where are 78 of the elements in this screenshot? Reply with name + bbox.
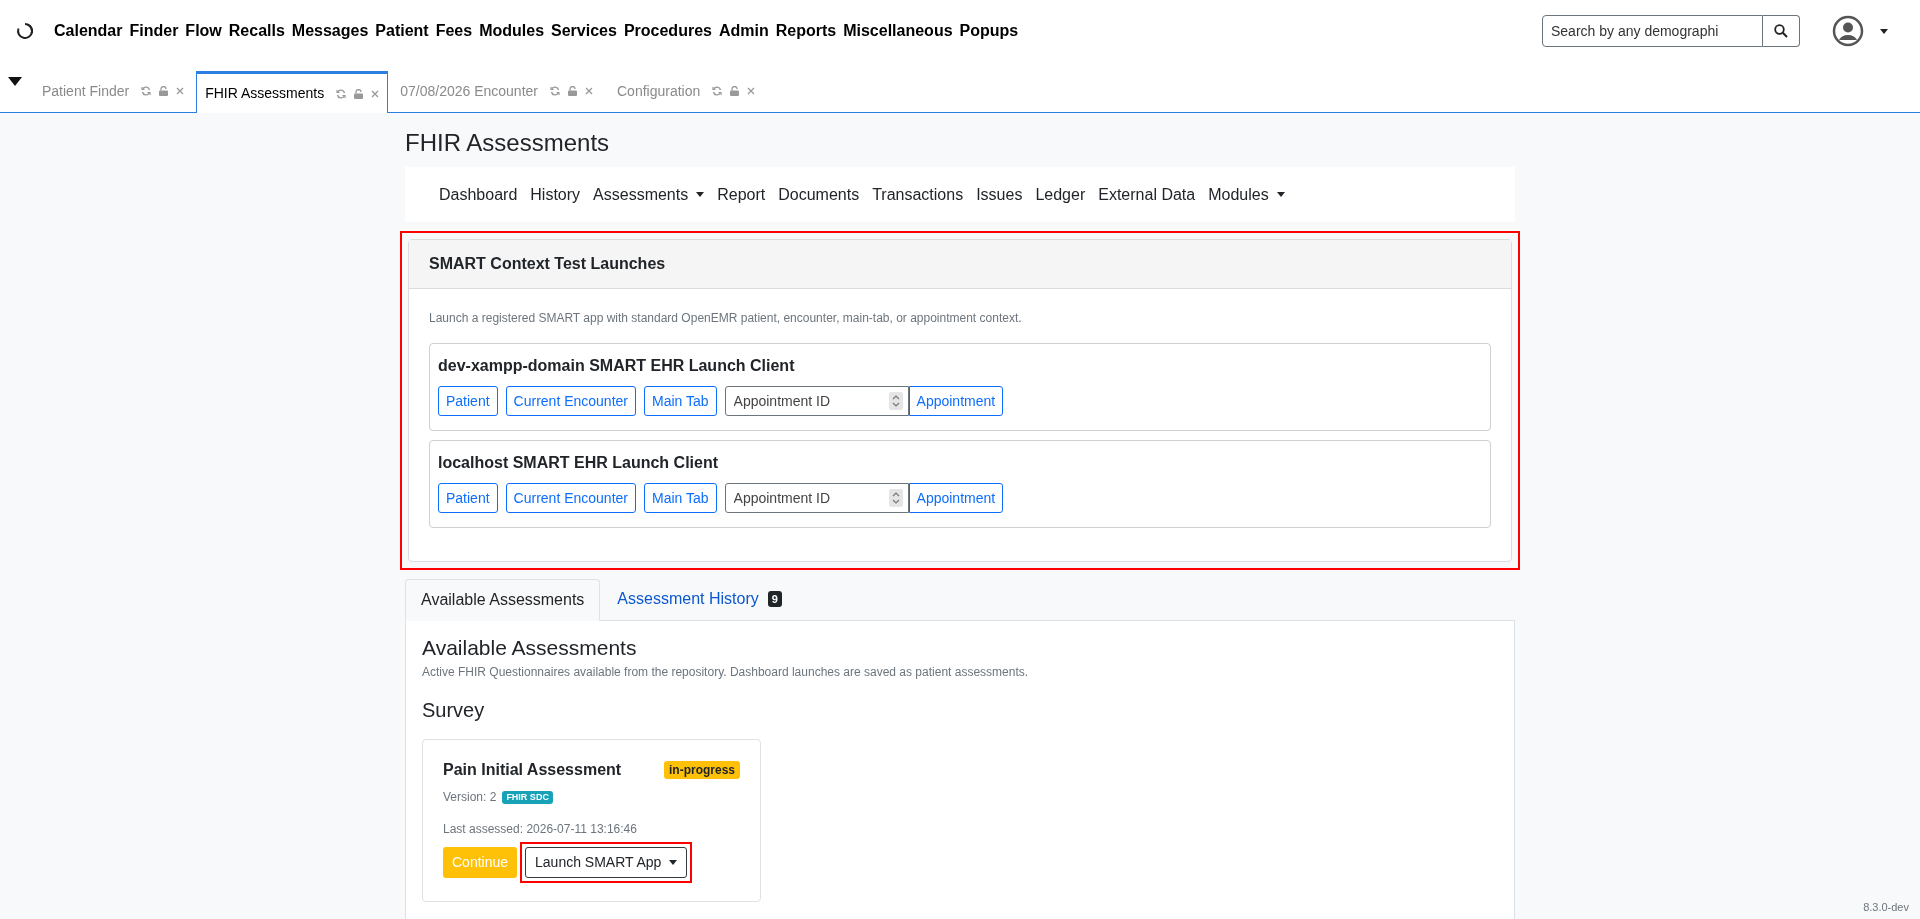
- search-button[interactable]: [1763, 15, 1800, 47]
- user-avatar-icon[interactable]: [1832, 15, 1864, 47]
- refresh-icon[interactable]: [712, 86, 723, 96]
- nav-link[interactable]: Ledger: [1035, 182, 1086, 207]
- tab[interactable]: 07/08/2026 Encounter: [388, 70, 605, 112]
- caret-icon[interactable]: [1880, 28, 1888, 34]
- menu-item[interactable]: Procedures: [623, 19, 712, 43]
- count-badge: 9: [767, 590, 782, 608]
- group-title: Survey: [422, 698, 486, 724]
- refresh-icon[interactable]: [141, 86, 152, 96]
- menu-item[interactable]: Flow: [185, 19, 222, 43]
- refresh-icon[interactable]: [336, 88, 347, 99]
- tab[interactable]: Configuration: [605, 70, 768, 112]
- search-icon: [1774, 24, 1788, 38]
- content-tab[interactable]: Available Assessments: [405, 579, 601, 621]
- menu-item[interactable]: Finder: [129, 19, 179, 43]
- close-icon[interactable]: [371, 89, 380, 98]
- launch-button[interactable]: Patient: [438, 386, 498, 416]
- menu-item[interactable]: Miscellaneous: [843, 19, 953, 43]
- tab[interactable]: Patient Finder: [30, 70, 197, 112]
- collapse-icon[interactable]: [8, 77, 22, 86]
- nav-link[interactable]: Assessments: [593, 182, 705, 207]
- launch-button[interactable]: Current Encounter: [505, 386, 636, 416]
- refresh-icon[interactable]: [550, 86, 560, 96]
- menu-item[interactable]: Fees: [435, 19, 473, 43]
- lock-icon[interactable]: [730, 86, 740, 96]
- nav-link[interactable]: External Data: [1098, 182, 1196, 207]
- status-badge: in-progress: [664, 761, 740, 780]
- caret-icon: [696, 192, 705, 197]
- nav-link[interactable]: Dashboard: [439, 182, 518, 207]
- lock-icon[interactable]: [568, 86, 577, 96]
- nav-link[interactable]: Report: [717, 182, 766, 207]
- logo-icon[interactable]: [16, 22, 34, 40]
- close-icon[interactable]: [747, 87, 756, 95]
- appointment-button[interactable]: Appointment: [908, 386, 1004, 416]
- appointment-id-field[interactable]: Appointment ID: [724, 386, 909, 416]
- menu-item[interactable]: Admin: [718, 19, 769, 43]
- nav-link[interactable]: Modules: [1208, 182, 1285, 207]
- launch-button[interactable]: Main Tab: [644, 386, 717, 416]
- menu-item[interactable]: Modules: [479, 19, 545, 43]
- nav-link[interactable]: Issues: [976, 182, 1023, 207]
- tab[interactable]: FHIR Assessments: [196, 71, 389, 113]
- menu-item[interactable]: Calendar: [54, 19, 123, 43]
- menu-item[interactable]: Messages: [291, 19, 369, 43]
- launch-button[interactable]: Current Encounter: [505, 483, 636, 513]
- client-name: dev-xampp-domain SMART EHR Launch Client: [438, 356, 796, 376]
- format-tag: FHIR SDC: [502, 790, 553, 804]
- caret-icon: [669, 860, 678, 866]
- version-label: 8.3.0-dev: [1863, 899, 1909, 915]
- card-description: Launch a registered SMART app with standard OpenEMR patient, encounter, main-tab, or appointment context.: [429, 310, 1023, 327]
- section-description: Active FHIR Questionnaires available from the repository. Dashboard launches are saved as patient assessments.: [422, 664, 1030, 682]
- nav-link[interactable]: History: [530, 182, 581, 207]
- appointment-id-field[interactable]: Appointment ID: [724, 483, 909, 513]
- menu-item[interactable]: Recalls: [228, 19, 285, 43]
- menu-item[interactable]: Reports: [775, 19, 837, 43]
- close-icon[interactable]: [176, 87, 185, 95]
- nav-link[interactable]: Transactions: [872, 182, 964, 207]
- menu-item[interactable]: Popups: [959, 19, 1019, 43]
- assessment-title: Pain Initial Assessment: [443, 760, 622, 781]
- launch-button[interactable]: Main Tab: [644, 483, 717, 513]
- content-tab[interactable]: Assessment History 9: [600, 578, 799, 620]
- card-title: SMART Context Test Launches: [429, 254, 666, 274]
- search-field[interactable]: Search by any demographi: [1542, 15, 1763, 47]
- last-assessed-text: Last assessed: 2026-07-11 13:16:46: [443, 821, 638, 839]
- version-text: Version: 2: [443, 789, 497, 807]
- section-title: Available Assessments: [422, 635, 638, 661]
- client-name: localhost SMART EHR Launch Client: [438, 453, 719, 473]
- close-icon[interactable]: [585, 87, 593, 95]
- nav-link[interactable]: Documents: [778, 182, 860, 207]
- menu-item[interactable]: Patient: [375, 19, 429, 43]
- lock-icon[interactable]: [159, 86, 169, 96]
- appointment-button[interactable]: Appointment: [908, 483, 1004, 513]
- page-title: FHIR Assessments: [405, 131, 611, 155]
- launch-smart-app-button[interactable]: Launch SMART App: [525, 847, 688, 879]
- lock-icon[interactable]: [354, 88, 364, 99]
- menu-item[interactable]: Services: [551, 19, 617, 43]
- launch-button[interactable]: Patient: [438, 483, 498, 513]
- caret-icon: [1276, 192, 1285, 197]
